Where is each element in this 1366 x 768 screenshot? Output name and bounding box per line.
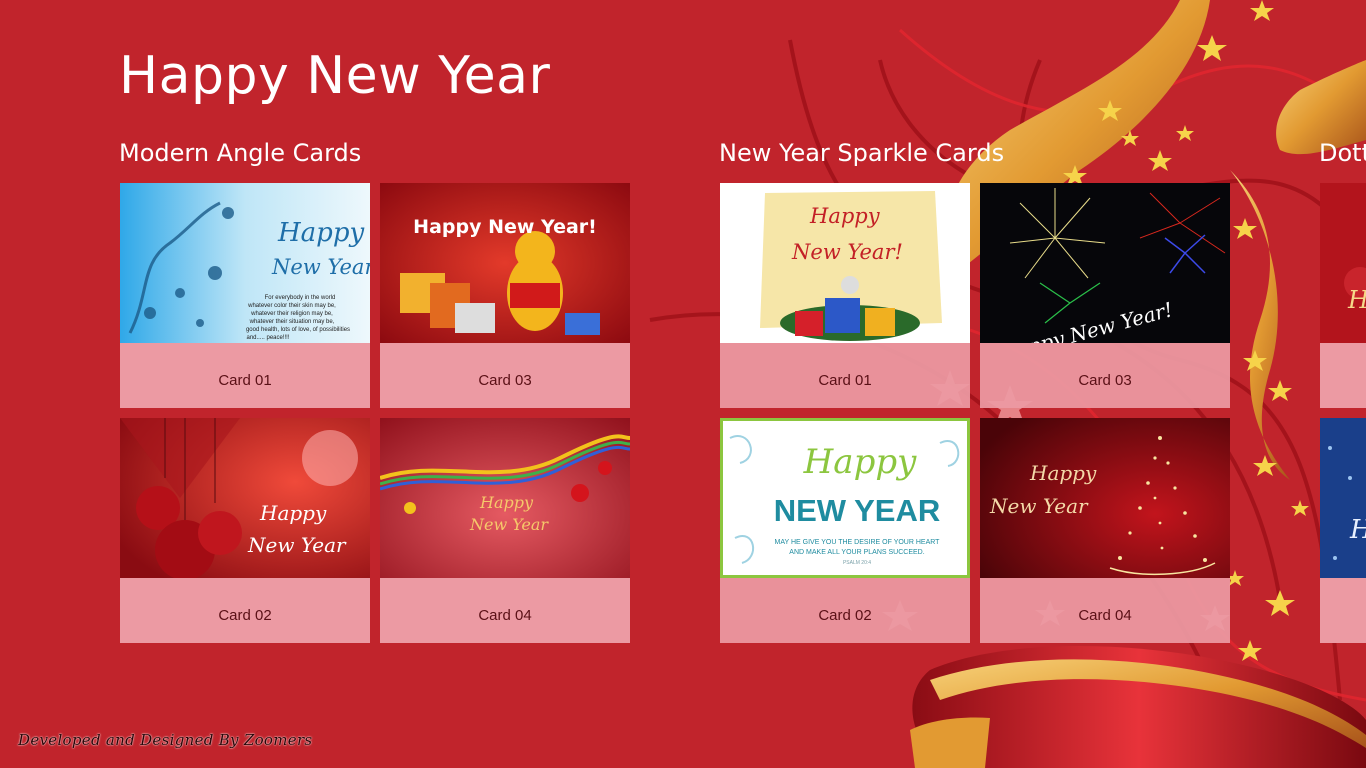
card-thumb-line: Happy [809,204,881,228]
card-thumb-line: Happy New Year! [413,216,597,238]
page-title: Happy New Year [119,46,551,106]
card-thumb-line: NEW YEAR [774,493,941,528]
card-label: Card 01 [720,343,970,408]
card-thumbnail: Happy New Year [380,418,630,578]
card-thumb-line: New Year [247,533,347,557]
card-tile-partial[interactable]: Η [1320,183,1366,408]
card-thumb-line: Happy [479,493,534,512]
card-thumb-body: whatever color their skin may be, [247,303,336,309]
card-thumb-body: whatever their religion may be, [250,311,333,317]
card-thumbnail: Happy New Year! [720,183,970,343]
card-label: Card 02 [120,578,370,643]
card-label: Card 01 [120,343,370,408]
card-thumbnail: Happy New Year! [380,183,630,343]
card-tile-partial[interactable]: Η [1320,418,1366,643]
card-label: Card 03 [980,343,1230,408]
footer-credit: Developed and Designed By Zoomers [18,731,313,749]
card-thumb-line: AND MAKE ALL YOUR PLANS SUCCEED. [789,549,924,556]
card-thumb-body: whatever their situation may be, [249,319,335,325]
card-thumb-line: New Year [271,255,370,279]
card-thumb-line: MAY HE GIVE YOU THE DESIRE OF YOUR HEART [775,539,941,546]
card-tile[interactable]: Happy New Year! Card 03 [380,183,630,408]
card-tile[interactable]: Happy New Year Card 04 [980,418,1230,643]
card-label: Card 04 [380,578,630,643]
card-thumbnail: Happy New Year For everybody in the worl… [120,183,370,343]
card-thumb-line: PSALM 20:4 [843,560,871,566]
group-title-modern-angle[interactable]: Modern Angle Cards [119,139,361,167]
card-thumb-line: Happy [803,442,917,482]
card-label: Card 03 [380,343,630,408]
group-title-sparkle[interactable]: New Year Sparkle Cards [719,139,1004,167]
card-thumb-body: and..... peace!!!! [246,335,289,341]
card-tile[interactable]: Happy New Year Card 04 [380,418,630,643]
group-title-dotted[interactable]: Dotted [1319,139,1366,167]
card-thumb-line: Happy [1029,461,1097,485]
card-label: Card 02 [720,578,970,643]
card-thumb-line: Happy [277,218,364,248]
card-thumb-line: New Year! [791,240,903,264]
card-label: Card 04 [980,578,1230,643]
card-thumbnail: Happy New Year [980,418,1230,578]
card-tile[interactable]: Happy New Year! Card 03 [980,183,1230,408]
card-thumbnail: Happy NEW YEAR MAY HE GIVE YOU THE DESIR… [720,418,970,578]
card-thumbnail: Happy New Year [120,418,370,578]
card-thumb-body: For everybody in the world [265,295,336,301]
card-thumb-line: Happy [259,501,327,525]
card-tile[interactable]: Happy New Year! Card 01 [720,183,970,408]
svg-text:Η: Η [1349,515,1366,545]
card-tile[interactable]: Happy New Year Card 02 [120,418,370,643]
card-thumb-body: good health, lots of love, of possibilit… [246,327,350,333]
svg-text:Η: Η [1347,286,1366,314]
card-thumb-line: New Year [469,515,549,534]
card-thumbnail: Happy New Year! [980,183,1230,343]
card-tile[interactable]: Happy New Year For everybody in the worl… [120,183,370,408]
card-thumb-line: New Year [989,494,1089,518]
card-tile[interactable]: Happy NEW YEAR MAY HE GIVE YOU THE DESIR… [720,418,970,643]
